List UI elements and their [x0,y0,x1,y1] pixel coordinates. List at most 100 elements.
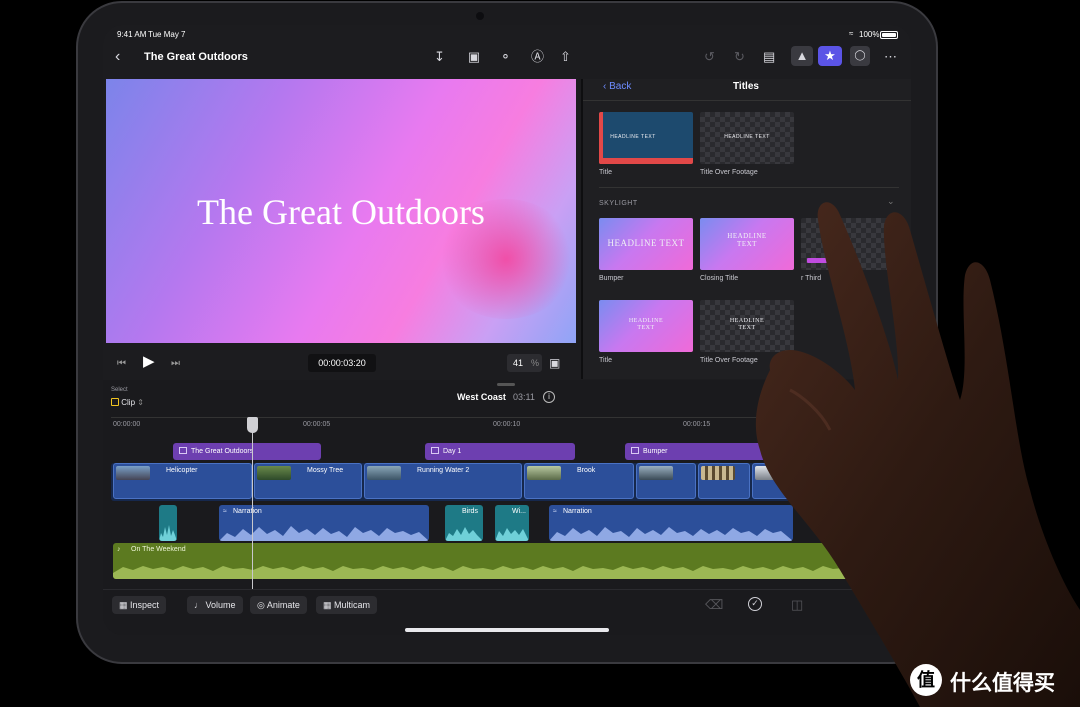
audio-clip[interactable] [159,505,177,541]
video-clip[interactable]: Brook [524,463,634,499]
mic-icon[interactable]: ⚬ [500,49,511,65]
clip-label: Wi... [512,508,526,515]
audio-clip[interactable]: Birds [445,505,483,541]
share-icon[interactable]: ⇧ [560,49,571,65]
viewer-title-text: The Great Outdoors [197,192,485,232]
browser-divider [583,100,911,101]
zoom-unit: % [531,358,540,368]
download-icon[interactable]: ↧ [434,49,445,65]
audio-waveform [495,528,529,541]
thumb-label: Title [599,169,612,176]
voiceover-icon: ◯ [854,50,866,61]
thumb-headline: HEADLINE TEXT [610,134,656,140]
multicam-label: Multicam [334,600,371,610]
video-clip[interactable] [636,463,696,499]
multicam-button[interactable]: ▦ Multicam [316,596,378,614]
multicam-icon: ▦ [323,600,332,610]
audio-waveform [445,527,483,541]
play-icon[interactable]: ▶ [143,354,155,370]
title-thumb-2[interactable]: HEADLINE TEXT [599,300,693,352]
select-mode[interactable]: Clip ⇕ [111,398,144,407]
skip-forward-icon[interactable]: ⏭ [171,356,180,372]
browser-title: Titles [733,81,759,92]
title-over-footage-thumb[interactable]: HEADLINE TEXT [700,112,794,164]
music-note-icon: ♪ [117,546,121,553]
clip-label: Helicopter [166,467,198,474]
pen-icon[interactable]: Ⓐ [531,49,544,65]
clip-label: Narration [563,508,592,515]
thumb-label: Title [599,357,612,364]
inspect-label: Inspect [130,600,160,610]
timecode-display[interactable]: 00:00:03:20 [308,354,376,372]
home-indicator[interactable] [405,628,609,632]
project-title: The Great Outdoors [144,51,248,63]
select-value: Clip [121,398,136,407]
browser-back-label: Back [609,81,632,92]
video-clip[interactable]: Mossy Tree [254,463,362,499]
section-header: SKYLIGHT [599,200,638,207]
audio-waveform [219,526,429,541]
battery-icon [880,31,898,39]
zoom-field[interactable]: 41% [507,354,542,372]
select-label: Select [111,387,128,393]
inspect-button[interactable]: ▦ Inspect [112,596,167,614]
clip-thumbnail [257,466,291,480]
voiceover-button[interactable]: ◯ [850,46,870,66]
watermark-text: 什么值得买 [950,672,1055,695]
front-camera [476,12,484,20]
ruler-tick: 00:00:15 [683,421,711,428]
resize-handle[interactable] [497,383,515,386]
camera-icon[interactable]: ▣ [464,49,484,65]
thumb-label: Title Over Footage [700,169,758,176]
clip-label: Running Water 2 [417,467,470,474]
title-clip-label: Bumper [643,448,668,455]
photo-browser-icon[interactable]: ▤ [763,49,775,65]
status-time: 9:41 AM [117,30,147,39]
clip-label: Brook [577,467,596,474]
audio-clip[interactable]: Wi... [495,505,529,541]
inspect-icon: ▦ [119,600,128,610]
waveform-icon: ≈ [553,508,557,515]
title-clip-icon [179,447,187,454]
ruler-tick: 00:00:10 [493,421,521,428]
battery-percent: 100% [859,30,880,39]
animate-button[interactable]: ◎ Animate [250,596,307,614]
title-clip[interactable]: Day 1 [425,443,575,460]
info-icon[interactable]: i [543,391,555,403]
viewer-options-icon[interactable]: ▣ [549,355,560,371]
audio-clip[interactable]: ≈ Narration [219,505,429,541]
zoom-value: 41 [513,358,524,368]
video-clip[interactable]: Running Water 2 [364,463,522,499]
photos-button[interactable]: ▲ [791,46,813,66]
animate-icon: ◎ [257,600,265,610]
titles-button[interactable]: ★ [818,46,842,66]
wifi-icon: ≈ [849,29,854,38]
photos-icon: ▲ [795,48,809,63]
clip-thumbnail [639,466,673,480]
title-clip[interactable]: The Great Outdoors [173,443,321,460]
watermark-badge: 值 [910,664,942,696]
chevron-left-icon[interactable]: ‹ [115,49,120,65]
volume-button[interactable]: ♩ Volume [187,596,243,614]
playhead-handle[interactable] [247,417,258,433]
section-divider [599,187,899,188]
title-thumb[interactable]: HEADLINE TEXT [599,112,693,164]
bumper-thumb[interactable]: HEADLINE TEXT [599,218,693,270]
status-date: Tue May 7 [148,30,186,39]
thumb-bar [599,158,693,164]
browser-back-button[interactable]: ‹ Back [603,79,631,95]
playhead[interactable] [252,417,253,589]
viewer-canvas[interactable]: The Great Outdoors [106,79,576,343]
more-icon[interactable]: ⋯ [884,49,897,65]
skip-back-icon[interactable]: ⏮ [117,356,126,372]
undo-icon[interactable]: ↺ [704,49,715,65]
chevron-left-icon: ‹ [603,81,607,92]
trash-icon[interactable]: ⌫ [705,597,723,613]
video-clip[interactable]: Helicopter [113,463,252,499]
clip-label: Mossy Tree [307,467,344,474]
waveform-icon: ≈ [223,508,227,515]
clip-label: On The Weekend [131,546,186,553]
redo-icon[interactable]: ↻ [734,49,745,65]
title-clip-icon [631,447,639,454]
ruler-tick: 00:00:05 [303,421,331,428]
